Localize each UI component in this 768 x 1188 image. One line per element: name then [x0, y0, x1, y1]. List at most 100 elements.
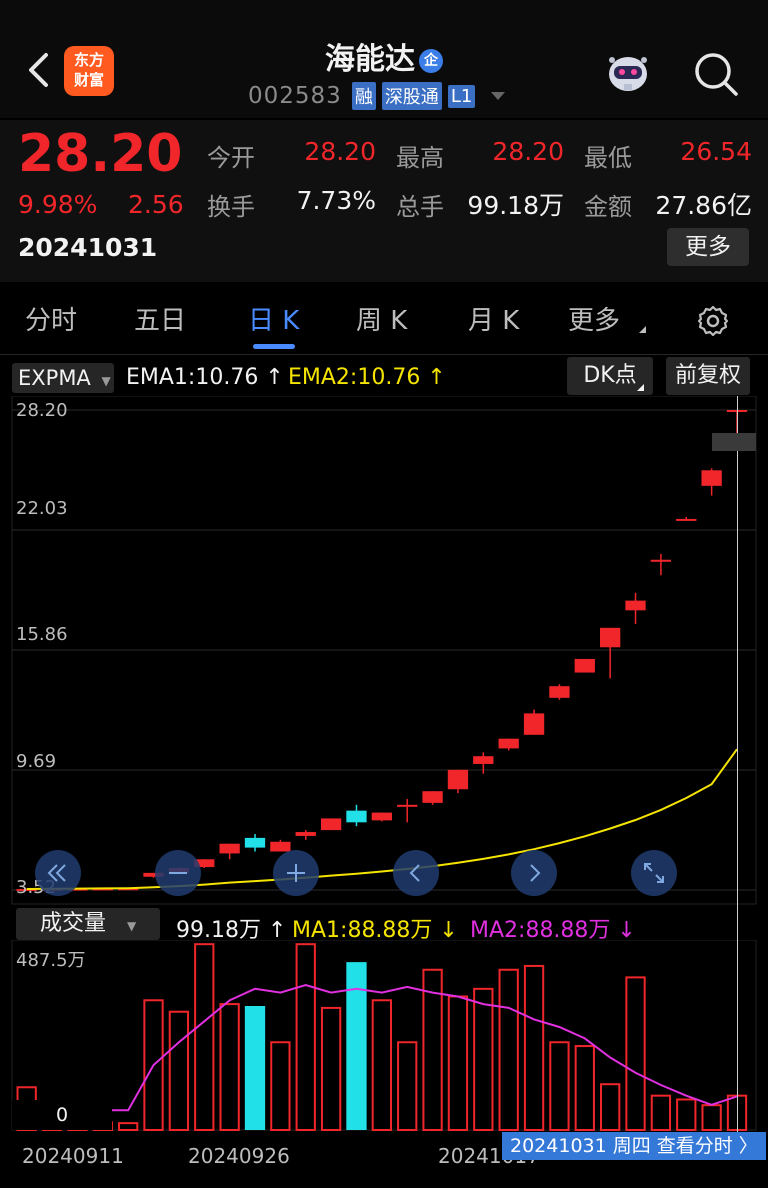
y-label-4: 9.69	[16, 751, 57, 772]
candle-body	[650, 559, 672, 562]
candle	[447, 769, 469, 794]
candle	[371, 812, 392, 822]
volume-bar	[625, 976, 646, 1132]
expand-icon	[644, 863, 664, 883]
crosshair-vertical-line	[737, 396, 738, 1132]
tabs-divider	[0, 354, 768, 355]
fullscreen-button[interactable]	[631, 850, 677, 896]
candle-body	[574, 658, 595, 673]
low-value: 26.54	[680, 137, 752, 166]
candle	[422, 791, 443, 805]
change-percent: 9.98%	[18, 190, 98, 219]
open-value: 28.20	[304, 137, 376, 166]
candle-body	[295, 832, 316, 836]
candle-body	[600, 627, 621, 648]
cursor-date-tag[interactable]: 20241031 周四 查看分时〉	[502, 1132, 766, 1160]
volume-bar	[244, 1006, 266, 1130]
candle	[346, 804, 367, 827]
tab-five-day[interactable]: 五日	[134, 300, 186, 337]
candle-body	[447, 769, 469, 790]
volume-value: 99.18万	[467, 191, 564, 220]
last-price: 28.20	[18, 124, 183, 184]
active-tab-indicator	[253, 344, 295, 349]
chevron-down-icon[interactable]	[491, 92, 506, 100]
candle-body	[244, 837, 266, 848]
candle	[574, 658, 595, 673]
volume-bar	[676, 1098, 697, 1132]
volume-bar	[118, 1122, 139, 1132]
volume-bar	[701, 1104, 722, 1131]
search-icon[interactable]	[692, 50, 740, 98]
ema1-up-arrow-icon: ↑	[258, 365, 284, 390]
tab-intraday[interactable]: 分时	[25, 300, 77, 337]
tab-more[interactable]: 更多	[568, 300, 620, 337]
volume-chart[interactable]	[0, 940, 768, 1135]
low-label: 最低	[584, 144, 632, 172]
candle-body	[701, 470, 722, 486]
dk-triangle-icon	[637, 384, 644, 391]
tag-level1: L1	[447, 84, 476, 108]
volume-bar	[650, 1094, 672, 1132]
fast-rewind-button[interactable]	[35, 850, 81, 896]
candle-body	[422, 791, 443, 803]
zoom-in-button[interactable]	[273, 850, 319, 896]
indicator-name: EXPMA	[18, 366, 91, 390]
candle	[701, 468, 722, 496]
amount-value: 27.86亿	[655, 191, 752, 220]
candle	[676, 516, 697, 521]
gear-icon[interactable]	[696, 304, 730, 338]
more-tab-triangle-icon	[639, 326, 646, 333]
candle	[219, 843, 240, 860]
candle	[397, 798, 418, 823]
tag-shenzhen-connect: 深股通	[381, 82, 442, 110]
tab-daily-k[interactable]: 日 K	[248, 300, 299, 337]
ema2-text: EMA2:10.76	[288, 365, 421, 390]
candle-body	[625, 600, 646, 611]
volume-indicator-name: 成交量	[40, 911, 107, 936]
indicator-selector[interactable]: EXPMA ▼	[12, 363, 114, 393]
zoom-out-button[interactable]	[155, 850, 201, 896]
candle-body	[676, 518, 697, 521]
double-chevron-left-icon	[47, 864, 66, 882]
volume-bar	[295, 943, 316, 1132]
volume-label: 总手	[396, 193, 444, 221]
candle-body	[371, 812, 392, 821]
volume-dropdown-arrow-icon: ▼	[127, 919, 137, 933]
candle-body	[549, 686, 570, 698]
volume-bar	[346, 962, 367, 1130]
tab-monthly-k[interactable]: 月 K	[468, 300, 519, 337]
more-button[interactable]: 更多	[667, 228, 749, 266]
step-right-button[interactable]	[511, 850, 557, 896]
high-label: 最高	[396, 144, 444, 172]
volume-bar	[270, 1041, 291, 1131]
candle-body	[397, 804, 418, 807]
amount-label: 金额	[584, 193, 632, 221]
adjust-price-button[interactable]: 前复权	[666, 357, 750, 395]
step-left-button[interactable]	[393, 850, 439, 896]
minus-icon	[169, 872, 187, 874]
volume-bar	[574, 1045, 595, 1131]
volume-bar	[549, 1041, 570, 1131]
y-label-3: 15.86	[16, 624, 68, 645]
y-label-max: 28.20	[16, 400, 68, 421]
robot-assistant-icon[interactable]	[604, 50, 652, 96]
candle	[625, 592, 646, 624]
volume-zero-label: 0	[12, 1100, 112, 1130]
volume-bar	[523, 964, 545, 1131]
y-label-2: 22.03	[16, 498, 68, 519]
volume-indicator-selector[interactable]: 成交量 ▼	[16, 908, 160, 940]
volume-bar	[473, 987, 494, 1132]
qi-badge: 企	[419, 48, 443, 73]
volume-bar	[320, 1006, 342, 1131]
volume-bar	[168, 1010, 190, 1131]
candlestick-chart[interactable]	[0, 396, 768, 906]
open-label: 今开	[207, 144, 255, 172]
plus-icon	[287, 864, 305, 882]
candle-body	[473, 756, 494, 764]
tag-margin: 融	[351, 82, 376, 110]
tab-weekly-k[interactable]: 周 K	[356, 300, 407, 337]
ema1-text: EMA1:10.76	[126, 365, 259, 390]
chevron-left-icon	[409, 864, 420, 882]
stock-subtitle: 002583 融 深股通 L1	[248, 82, 506, 110]
candle-body	[498, 738, 519, 749]
